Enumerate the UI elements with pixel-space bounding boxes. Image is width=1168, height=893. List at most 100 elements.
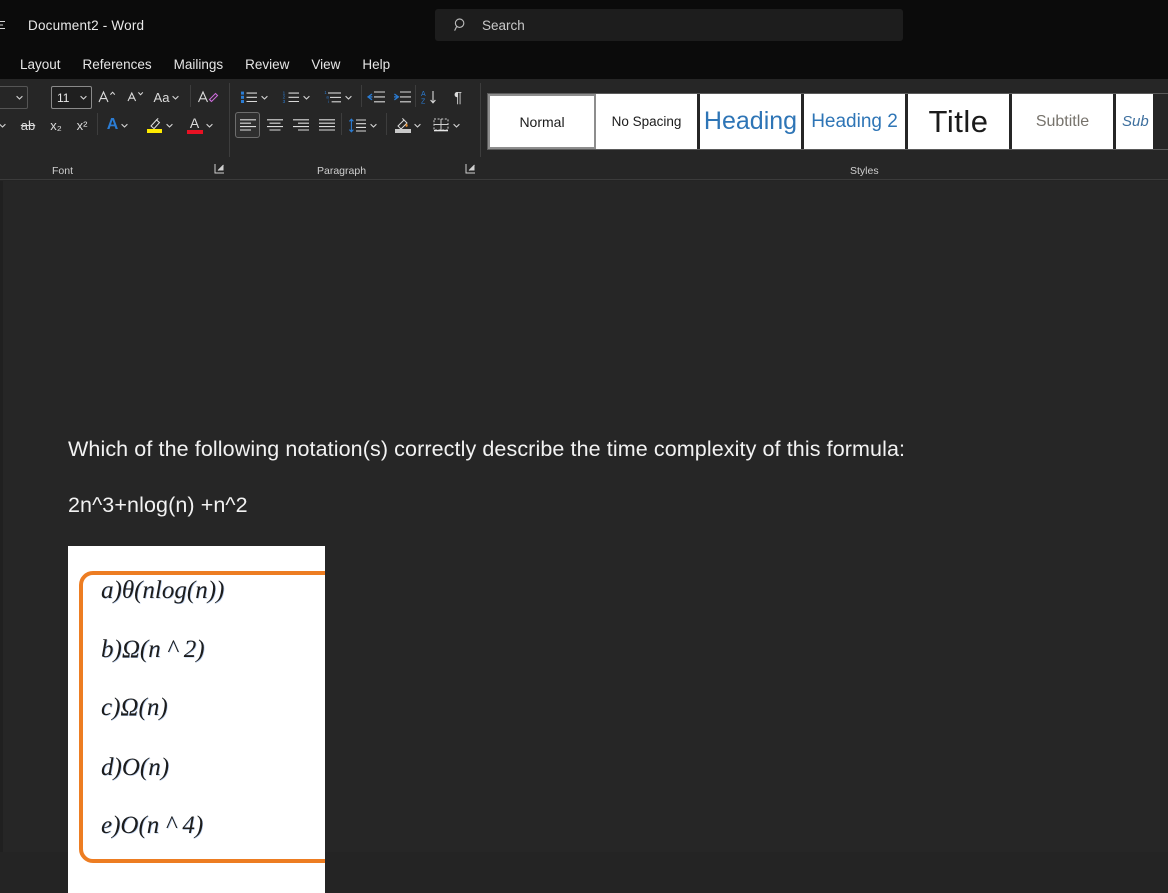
inline-image-answer-options[interactable]: a)θ(nlog(n)) b)Ω(n ^ 2) c)Ω(n) d)O(n) e)… [68, 546, 325, 893]
highlighter-icon [147, 117, 163, 133]
font-name-combo[interactable] [0, 86, 28, 109]
paragraph-dialog-launcher[interactable] [464, 162, 477, 175]
subscript-label: x₂ [50, 119, 62, 132]
style-item-subtitle[interactable]: Subtitle [1012, 94, 1116, 149]
answer-option-c: c)Ω(n) [101, 694, 168, 722]
multilevel-list-button[interactable]: 1 a i [320, 84, 358, 110]
quick-access-toolbar-icon[interactable] [0, 0, 10, 50]
styles-gallery[interactable]: Normal No Spacing Heading Heading 2 Titl… [487, 93, 1168, 150]
strikethrough-button[interactable]: ab [16, 112, 40, 138]
chevron-down-icon [78, 93, 88, 103]
increase-indent-button[interactable] [390, 84, 414, 110]
tab-view[interactable]: View [300, 51, 351, 78]
group-label-paragraph: Paragraph [317, 165, 366, 177]
divider [190, 85, 191, 107]
tab-mailings[interactable]: Mailings [163, 51, 235, 78]
line-spacing-button[interactable] [345, 112, 383, 138]
align-left-button[interactable] [235, 112, 260, 138]
superscript-label: x² [77, 119, 88, 132]
subscript-button[interactable]: x₂ [44, 112, 68, 138]
justify-button[interactable] [314, 112, 339, 138]
align-right-button[interactable] [288, 112, 313, 138]
tab-review[interactable]: Review [234, 51, 300, 78]
strikethrough-label: ab [21, 119, 35, 132]
group-label-styles: Styles [850, 165, 879, 177]
chevron-down-icon [14, 93, 24, 103]
style-item-subtle-emphasis[interactable]: Sub [1116, 94, 1156, 149]
style-item-heading[interactable]: Heading [700, 94, 804, 149]
svg-text:i: i [328, 99, 329, 104]
svg-text:3: 3 [282, 99, 285, 104]
shading-button[interactable] [390, 112, 428, 138]
font-dialog-launcher[interactable] [213, 162, 226, 175]
show-formatting-marks-button[interactable]: ¶ [446, 84, 470, 110]
ribbon-tab-strip: Layout References Mailings Review View H… [0, 50, 1168, 79]
style-item-title[interactable]: Title [908, 94, 1012, 149]
justify-icon [318, 118, 336, 132]
decrease-indent-icon [367, 90, 386, 104]
title-bar: Document2 - Word Search [0, 0, 1168, 50]
text-highlight-color-button[interactable] [143, 112, 179, 138]
change-case-label: Aa [154, 91, 170, 104]
answer-option-a: a)θ(nlog(n)) [101, 577, 224, 605]
borders-icon [432, 117, 450, 133]
borders-button[interactable] [428, 112, 466, 138]
document-canvas[interactable]: Which of the following notation(s) corre… [0, 181, 1168, 852]
answer-option-d: d)O(n) [101, 754, 169, 782]
chevron-down-icon [300, 84, 313, 110]
pilcrow-label: ¶ [454, 90, 462, 105]
shrink-font-button[interactable] [123, 84, 147, 110]
style-item-heading-2[interactable]: Heading 2 [804, 94, 908, 149]
align-left-icon [239, 118, 257, 132]
document-paragraph-2[interactable]: 2n^3+nlog(n) +n^2 [68, 493, 248, 518]
clear-formatting-button[interactable] [195, 84, 221, 110]
change-case-button[interactable]: Aa [150, 84, 186, 110]
chevron-down-icon [163, 112, 176, 138]
numbering-button[interactable]: 1 2 3 [278, 84, 316, 110]
group-divider [229, 83, 230, 157]
tab-help[interactable]: Help [351, 51, 401, 78]
tab-layout[interactable]: Layout [9, 51, 72, 78]
line-spacing-icon [348, 118, 367, 133]
style-item-no-spacing[interactable]: No Spacing [596, 94, 700, 149]
grow-font-button[interactable] [95, 84, 119, 110]
group-label-font: Font [52, 165, 73, 177]
text-effects-label: A [107, 117, 119, 133]
search-input-placeholder[interactable]: Search [482, 18, 525, 33]
divider [341, 113, 342, 135]
divider [415, 85, 416, 107]
answer-option-b: b)Ω(n ^ 2) [101, 636, 205, 664]
style-item-normal[interactable]: Normal [488, 94, 596, 149]
document-paragraph-1[interactable]: Which of the following notation(s) corre… [68, 437, 905, 462]
search-box[interactable]: Search [435, 9, 903, 41]
chevron-down-icon [118, 112, 131, 138]
font-size-value: 11 [57, 91, 69, 105]
multilevel-list-icon: 1 a i [324, 90, 342, 104]
chevron-down-icon [258, 84, 271, 110]
bullet-list-icon [240, 90, 258, 104]
window-title: Document2 - Word [28, 18, 144, 33]
increase-indent-icon [393, 90, 412, 104]
tab-references[interactable]: References [72, 51, 163, 78]
left-margin-strip [0, 181, 3, 852]
font-size-combo[interactable]: 11 [51, 86, 92, 109]
chevron-down-icon [203, 112, 216, 138]
align-center-icon [266, 118, 284, 132]
divider [97, 113, 98, 135]
divider [361, 85, 362, 107]
shading-icon [394, 117, 411, 133]
font-color-button[interactable]: A [182, 112, 220, 138]
align-center-button[interactable] [262, 112, 287, 138]
svg-text:Z: Z [421, 99, 426, 105]
group-divider [480, 83, 481, 157]
search-icon [453, 17, 469, 33]
underline-dropdown-button[interactable] [0, 112, 12, 138]
numbered-list-icon: 1 2 3 [282, 90, 300, 104]
superscript-button[interactable]: x² [70, 112, 94, 138]
decrease-indent-button[interactable] [364, 84, 388, 110]
text-effects-button[interactable]: A [101, 112, 137, 138]
svg-text:A: A [421, 91, 426, 98]
sort-button[interactable]: A Z [418, 84, 442, 110]
chevron-down-icon [450, 112, 463, 138]
bullets-button[interactable] [236, 84, 274, 110]
